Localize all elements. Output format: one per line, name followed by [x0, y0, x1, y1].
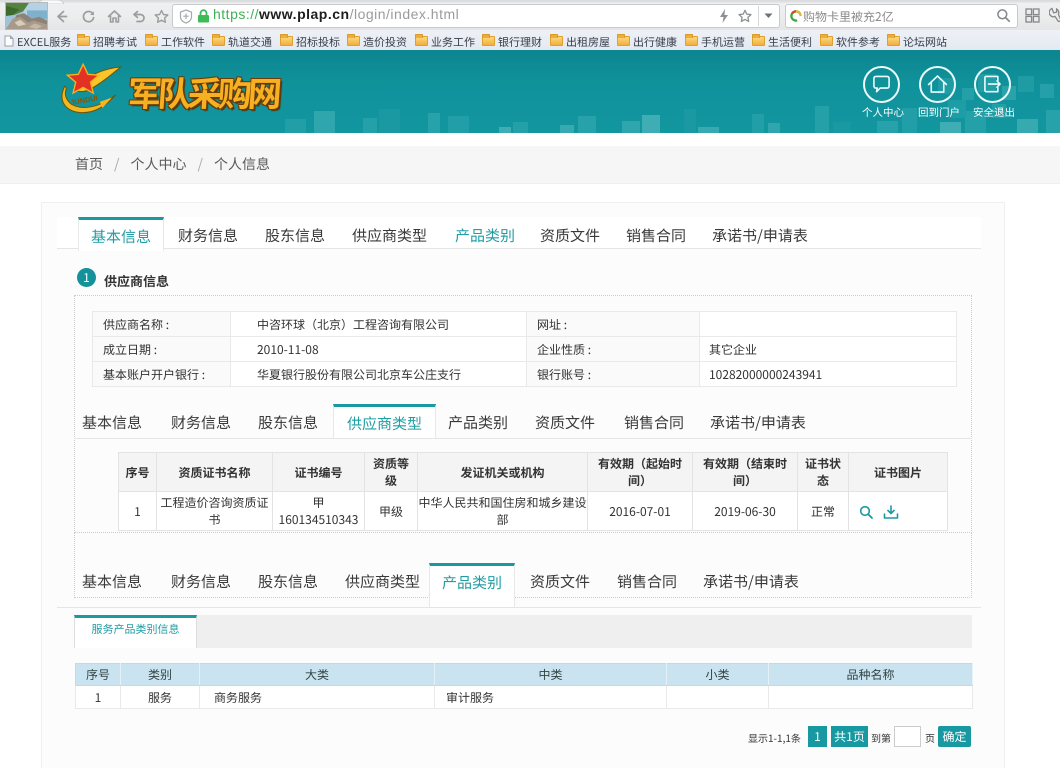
svg-text:JUNDUI: JUNDUI — [70, 93, 99, 107]
